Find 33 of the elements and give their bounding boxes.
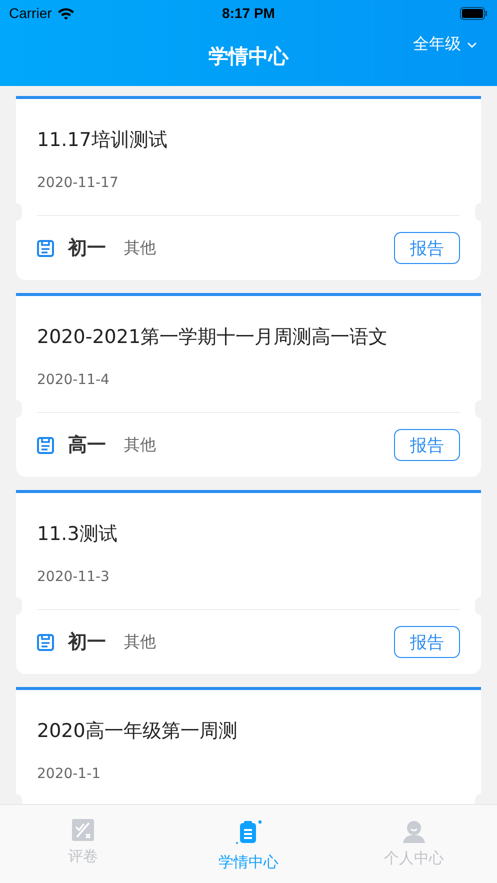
grading-icon xyxy=(72,819,94,841)
exam-date: 2020-11-17 xyxy=(37,174,120,191)
tab-item[interactable]: 评卷 xyxy=(0,805,166,883)
exam-date: 2020-11-4 xyxy=(37,371,110,388)
document-icon xyxy=(37,240,54,256)
subject-label: 其他 xyxy=(124,632,157,652)
tab-item[interactable]: 学情中心 xyxy=(166,805,332,883)
subject-label: 其他 xyxy=(124,238,157,258)
report-button[interactable]: 报告 xyxy=(394,232,460,264)
clipboard-icon xyxy=(234,819,262,847)
document-icon xyxy=(37,436,54,454)
page-title: 学情中心 xyxy=(208,42,288,70)
grade-label: 初一 xyxy=(68,236,106,261)
exam-title: 11.3测试 xyxy=(37,522,118,547)
exam-date: 2020-1-1 xyxy=(37,765,102,782)
exam-title: 2020高一年级第一周测 xyxy=(37,719,238,744)
subject-label: 其他 xyxy=(124,434,157,456)
tab-item[interactable]: 个人中心 xyxy=(331,805,497,883)
clock-time: 8:17 PM xyxy=(222,5,275,21)
chevron-down-icon xyxy=(467,42,477,48)
exam-title: 2020-2021第一学期十一月周测高一语文 xyxy=(37,325,389,350)
grade-label: 高一 xyxy=(68,433,106,458)
grade-filter-dropdown[interactable]: 全年级 xyxy=(413,34,477,55)
wifi-icon xyxy=(56,6,75,20)
carrier-label: Carrier xyxy=(9,5,52,21)
document-icon xyxy=(37,634,54,650)
report-button[interactable]: 报告 xyxy=(394,429,460,461)
person-icon xyxy=(402,819,426,843)
grade-label: 初一 xyxy=(68,630,106,655)
exam-date: 2020-11-3 xyxy=(37,568,110,585)
exam-title: 11.17培训测试 xyxy=(37,128,168,153)
battery-icon xyxy=(460,6,488,20)
report-button[interactable]: 报告 xyxy=(394,626,460,658)
